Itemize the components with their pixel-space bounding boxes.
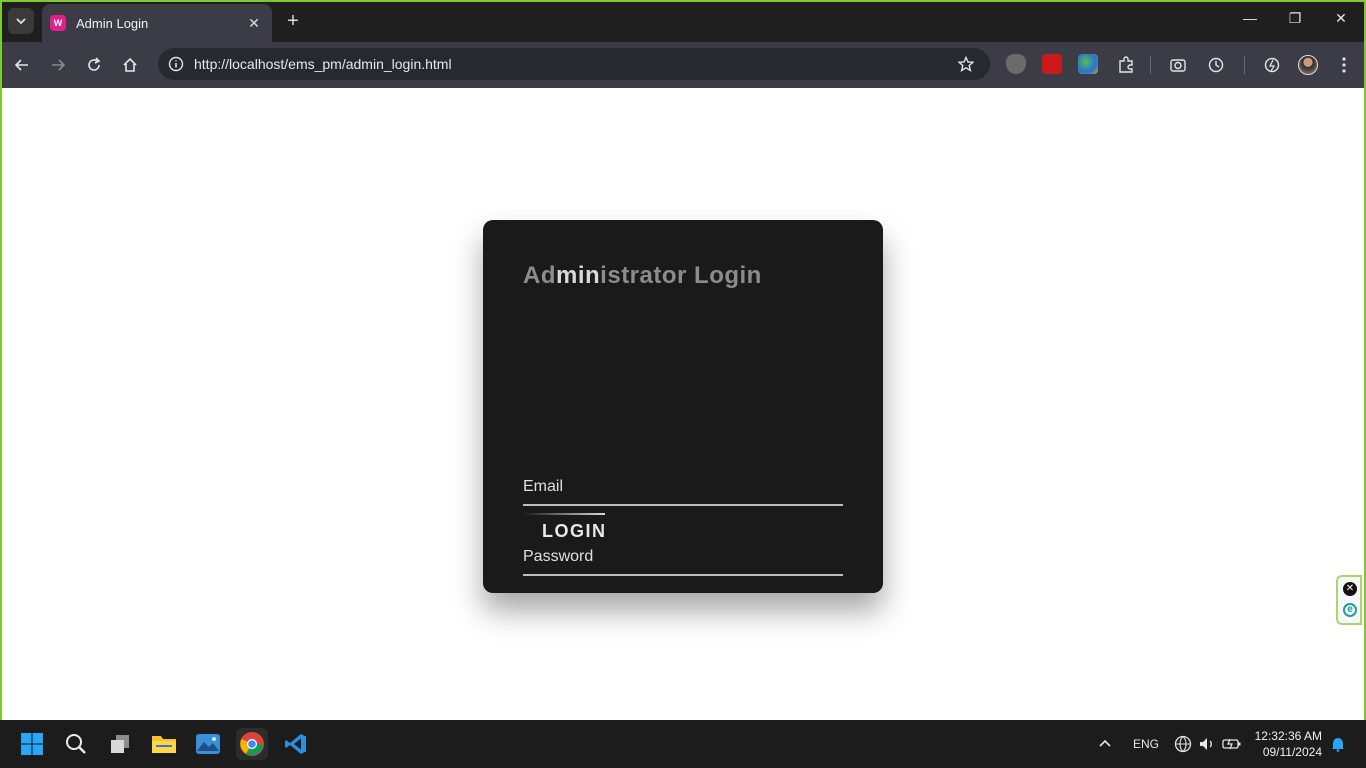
chrome-taskbar-button[interactable] bbox=[236, 728, 268, 760]
language-indicator[interactable]: ENG bbox=[1133, 737, 1159, 751]
more-vertical-icon bbox=[1342, 57, 1346, 73]
bookmark-star-icon[interactable] bbox=[954, 52, 978, 76]
volume-icon[interactable] bbox=[1198, 735, 1216, 753]
close-tab-icon[interactable]: ✕ bbox=[244, 13, 264, 33]
address-bar[interactable]: http://localhost/ems_pm/admin_login.html bbox=[158, 48, 990, 80]
minimize-button[interactable]: — bbox=[1228, 6, 1272, 30]
home-icon bbox=[123, 57, 137, 72]
screenshot-button[interactable] bbox=[1166, 53, 1190, 77]
tab-strip: W Admin Login ✕ + — ❐ ✕ bbox=[2, 2, 1364, 42]
extensions-button[interactable] bbox=[1114, 53, 1138, 77]
chevron-down-icon bbox=[16, 18, 26, 25]
chevron-up-icon bbox=[1099, 739, 1111, 747]
camera-icon bbox=[1170, 59, 1186, 72]
task-view-icon bbox=[111, 735, 129, 753]
chrome-icon bbox=[240, 732, 264, 756]
page-viewport: Administrator Login Email Password LOGIN… bbox=[2, 88, 1364, 720]
tab-admin-login[interactable]: W Admin Login ✕ bbox=[42, 4, 272, 42]
globe-extension-icon[interactable] bbox=[1078, 54, 1098, 74]
profile-avatar[interactable] bbox=[1296, 53, 1320, 77]
history-icon bbox=[1208, 57, 1224, 73]
system-clock[interactable]: 12:32:36 AM 09/11/2024 bbox=[1255, 728, 1322, 760]
login-button[interactable]: LOGIN bbox=[523, 513, 605, 545]
tab-title: Admin Login bbox=[76, 15, 149, 31]
toolbar-separator bbox=[1244, 56, 1245, 74]
windows-logo-icon bbox=[21, 733, 43, 755]
login-card: Administrator Login Email Password LOGIN bbox=[483, 220, 883, 593]
clock-time: 12:32:36 AM bbox=[1254, 729, 1322, 743]
clock-date: 09/11/2024 bbox=[1262, 745, 1322, 759]
photos-icon bbox=[196, 734, 220, 754]
battery-icon[interactable] bbox=[1222, 735, 1242, 753]
back-button[interactable] bbox=[10, 53, 34, 77]
vscode-icon bbox=[285, 734, 306, 754]
task-view-button[interactable] bbox=[104, 728, 136, 760]
history-button[interactable] bbox=[1204, 53, 1228, 77]
windows-taskbar: ENG 12:32:36 AM 09/11/2024 bbox=[0, 720, 1366, 768]
email-field[interactable]: Email bbox=[523, 474, 843, 506]
vscode-button[interactable] bbox=[280, 728, 312, 760]
tab-search-button[interactable] bbox=[8, 8, 34, 34]
restore-button[interactable]: ❐ bbox=[1273, 6, 1317, 30]
side-extension-panel[interactable]: ✕ e bbox=[1336, 575, 1362, 625]
file-explorer-button[interactable] bbox=[148, 728, 180, 760]
new-tab-button[interactable]: + bbox=[282, 10, 304, 32]
start-button[interactable] bbox=[16, 728, 48, 760]
toolbar-separator bbox=[1150, 56, 1151, 74]
url-text: http://localhost/ems_pm/admin_login.html bbox=[194, 56, 452, 72]
show-hidden-icons-button[interactable] bbox=[1098, 736, 1114, 752]
close-circle-icon[interactable]: ✕ bbox=[1343, 582, 1357, 596]
colorpicker-extension-icon[interactable] bbox=[1042, 54, 1062, 74]
avatar-icon bbox=[1298, 55, 1318, 75]
arrow-right-icon bbox=[52, 59, 66, 71]
browser-toolbar: http://localhost/ems_pm/admin_login.html bbox=[2, 42, 1364, 88]
page-title: Administrator Login bbox=[523, 262, 762, 289]
search-button[interactable] bbox=[60, 728, 92, 760]
reload-icon bbox=[88, 57, 101, 71]
arrow-left-icon bbox=[14, 59, 28, 71]
login-button-label: LOGIN bbox=[542, 521, 607, 541]
password-field[interactable]: Password bbox=[523, 544, 843, 576]
notification-bell-icon[interactable] bbox=[1330, 736, 1346, 752]
photos-app-button[interactable] bbox=[192, 728, 224, 760]
speedometer-icon bbox=[1264, 57, 1280, 73]
favicon-icon: W bbox=[50, 15, 66, 31]
close-window-button[interactable]: ✕ bbox=[1319, 6, 1363, 30]
browser-menu-button[interactable] bbox=[1332, 53, 1356, 77]
search-icon bbox=[66, 734, 86, 754]
network-icon[interactable] bbox=[1174, 735, 1192, 753]
site-info-icon[interactable] bbox=[166, 54, 186, 74]
password-label: Password bbox=[523, 548, 594, 565]
email-label: Email bbox=[523, 478, 564, 495]
forward-button[interactable] bbox=[46, 53, 70, 77]
ublock-extension-icon[interactable] bbox=[1006, 54, 1026, 74]
performance-button[interactable] bbox=[1260, 53, 1284, 77]
reload-button[interactable] bbox=[82, 53, 106, 77]
browser-window: W Admin Login ✕ + — ❐ ✕ http://localhost… bbox=[0, 0, 1366, 768]
puzzle-icon bbox=[1119, 56, 1133, 73]
e-badge-icon[interactable]: e bbox=[1343, 603, 1357, 617]
home-button[interactable] bbox=[118, 53, 142, 77]
login-button-border bbox=[523, 513, 605, 515]
folder-icon bbox=[152, 736, 176, 753]
